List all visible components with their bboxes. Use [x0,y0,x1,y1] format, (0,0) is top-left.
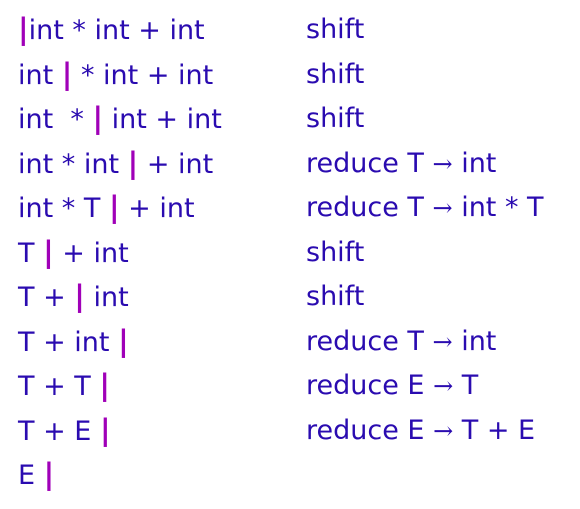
stack-text: int * int [18,148,128,180]
rule-rhs: int * T [452,192,544,223]
trace-row: T + E | reduce E → T + E [18,413,578,458]
action-text: reduce T [306,325,424,357]
rule-rhs: T + E [453,414,536,446]
action: reduce T → int [306,324,496,360]
action: shift [306,279,364,314]
cursor-marker: | [61,56,73,91]
cursor-marker: | [127,145,139,180]
parse-state: T | + int [18,235,129,271]
stack-text: int * T [18,193,109,224]
cursor-marker: | [18,12,29,46]
parse-state: int * T | + int [18,190,195,226]
parse-state: T + int | [18,324,129,360]
rule-rhs: int [452,325,497,357]
cursor-marker: | [43,234,54,269]
action: shift [306,235,364,270]
input-text: + int [119,193,195,224]
arrow-icon: → [432,149,453,178]
action: reduce E → T + E [306,413,535,449]
stack-text: T + [18,282,75,313]
parse-state: |int * int + int [18,12,205,48]
stack-text: int * [18,104,93,135]
input-text: + int [53,237,129,269]
cursor-marker: | [74,279,85,313]
trace-row: E | [18,457,578,502]
rule-rhs: int [452,147,497,179]
cursor-marker: | [108,190,120,224]
input-text: + int [138,148,214,180]
trace-row: int | * int + int shift [18,57,578,102]
trace-row: T | + int shift [18,235,578,280]
stack-text: T [18,237,44,269]
trace-row: int * T | + int reduce T → int * T [18,190,578,235]
arrow-icon: → [433,372,454,400]
arrow-icon: → [433,416,454,445]
trace-row: T + int | reduce T → int [18,324,578,369]
action-text: reduce T [306,147,424,179]
rule-rhs: T [453,370,479,401]
parse-state: E | [18,457,54,493]
cursor-marker: | [92,101,104,135]
action-text: reduce E [306,414,425,446]
trace-row: |int * int + int shift [18,12,578,57]
arrow-icon: → [432,194,453,222]
parse-state: T + E | [18,413,111,449]
stack-text: T + int [18,326,119,358]
trace-row: T + T | reduce E → T [18,368,578,413]
trace-row: T + | int shift [18,279,578,324]
input-text: int [84,282,129,313]
cursor-marker: | [99,412,111,447]
action-text: reduce T [306,192,424,223]
action-text: shift [306,236,365,268]
input-text: * int + int [72,59,214,91]
cursor-marker: | [99,368,110,402]
action: reduce T → int [306,146,496,182]
cursor-marker: | [43,457,55,491]
stack-text: T + E [18,415,100,447]
trace-row: int * | int + int shift [18,101,578,146]
action-text: shift [306,58,365,90]
action-text: shift [306,281,365,312]
stack-text: int [18,59,62,91]
input-text: int + int [103,104,222,135]
input-text: int * int + int [28,15,205,46]
shift-reduce-trace: |int * int + int shift int | * int + int sh… [18,12,578,502]
trace-row: int * int | + int reduce T → int [18,146,578,191]
action-text: shift [306,14,365,45]
cursor-marker: | [118,323,129,358]
parse-state: int * int | + int [18,146,213,182]
action: shift [306,101,364,136]
stack-text: E [18,460,44,491]
parse-state: int | * int + int [18,57,213,93]
parse-state: T + | int [18,279,129,315]
stack-text: T + T [18,371,100,402]
action: shift [306,12,364,47]
parse-state: T + T | [18,368,110,404]
parse-state: int * | int + int [18,101,222,137]
action: reduce E → T [306,368,478,404]
arrow-icon: → [432,327,453,356]
action-text: reduce E [306,370,425,401]
action: reduce T → int * T [306,190,544,226]
action-text: shift [306,103,365,134]
action: shift [306,57,364,92]
